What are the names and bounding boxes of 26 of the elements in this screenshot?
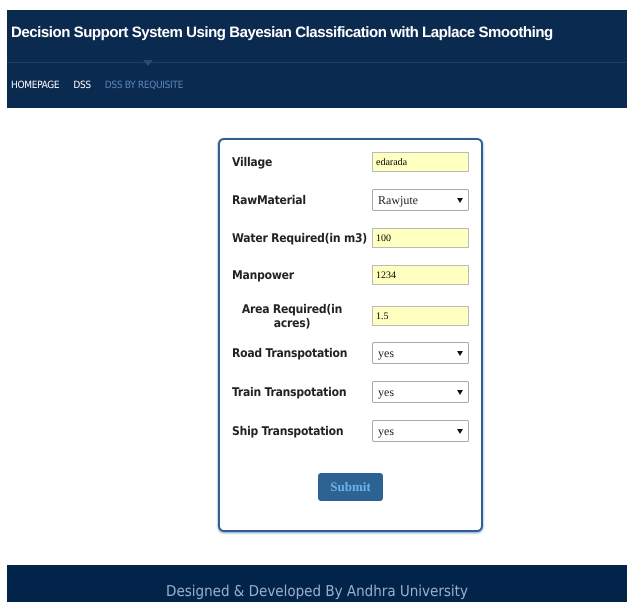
dropdown[interactable]: Rawjute bbox=[372, 189, 469, 211]
input-field[interactable]: 1.5 bbox=[372, 306, 469, 326]
site-title: Decision Support System Using Bayesian Classification with Laplace Smoothing bbox=[11, 24, 553, 40]
field-label: Train Transpotation bbox=[232, 385, 348, 399]
nav-link[interactable]: DSS BY REQUISITE bbox=[104, 80, 183, 91]
field-label: Road Transpotation bbox=[232, 346, 348, 360]
field-label: Area Required(in acres) bbox=[240, 302, 344, 330]
field-label: Water Required(in m3) bbox=[232, 231, 368, 245]
field-label: RawMaterial bbox=[232, 193, 307, 207]
field-label: Manpower bbox=[232, 268, 295, 282]
dropdown[interactable]: yes bbox=[372, 381, 469, 403]
footer-text: Designed & Developed By Andhra University bbox=[166, 582, 468, 602]
input-field[interactable]: 1234 bbox=[372, 265, 469, 285]
dropdown[interactable]: yes bbox=[372, 420, 469, 442]
field-label: Ship Transpotation bbox=[232, 424, 344, 438]
nav-link[interactable]: HOMEPAGE bbox=[11, 80, 60, 91]
caret-icon bbox=[457, 350, 463, 356]
nav-link[interactable]: DSS bbox=[73, 80, 91, 91]
field-label: Village bbox=[232, 155, 274, 169]
input-field[interactable]: edarada bbox=[372, 152, 469, 172]
caret-icon bbox=[457, 198, 463, 202]
caret-icon bbox=[457, 428, 463, 434]
input-field[interactable]: 100 bbox=[372, 228, 469, 248]
dropdown[interactable]: yes bbox=[372, 342, 469, 364]
caret-icon bbox=[457, 390, 463, 394]
active-pointer-icon bbox=[142, 60, 153, 66]
